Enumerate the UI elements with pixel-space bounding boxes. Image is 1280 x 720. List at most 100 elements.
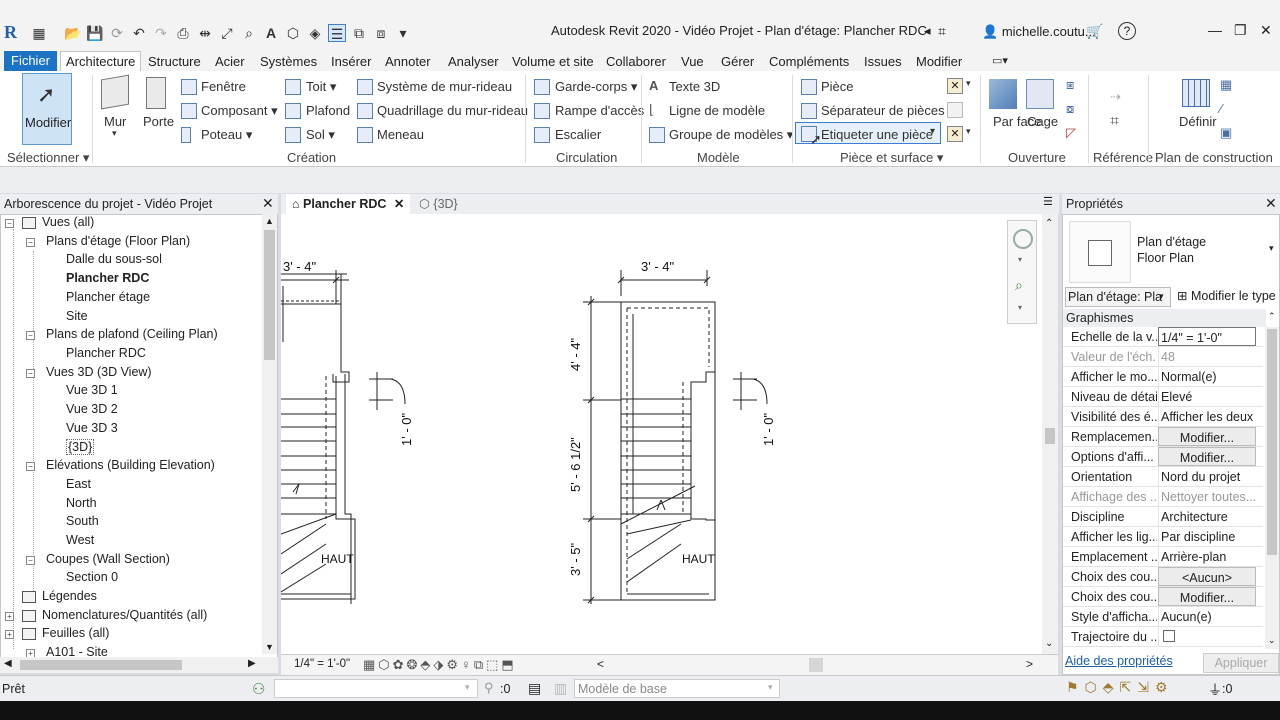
scroll-thumb[interactable] [20, 660, 182, 670]
tab-complements[interactable]: Compléments [769, 52, 849, 71]
vertical-opening-icon[interactable]: ⧇ [1066, 101, 1074, 117]
properties-scrollbar[interactable]: ⌄ [1265, 327, 1279, 649]
model-dropdown-icon[interactable]: ▾ [768, 682, 773, 693]
browser-item[interactable]: Vues (all) [42, 215, 94, 229]
comm-center-icon[interactable]: ◂ [924, 23, 931, 39]
property-value[interactable]: Arrière-plan [1158, 547, 1256, 566]
user-account[interactable]: 👤 michelle.coutu... [982, 24, 1096, 40]
editable-only-icon[interactable]: ⚲ [484, 680, 494, 696]
area-boundary-icon[interactable] [947, 102, 963, 118]
property-value[interactable]: Nettoyer toutes... [1158, 487, 1256, 506]
tree-toggle-icon[interactable]: + [5, 630, 14, 640]
scroll-left-icon[interactable]: < [597, 657, 604, 671]
ribbon-minimize-icon[interactable]: ▭▾ [992, 52, 1008, 71]
scroll-up-icon[interactable]: ▲ [265, 216, 274, 226]
browser-item[interactable]: Section 0 [66, 570, 118, 584]
level-icon[interactable]: ⇢ [1110, 89, 1121, 105]
door-icon[interactable] [146, 77, 166, 109]
property-value[interactable]: 48 [1158, 347, 1256, 366]
ceiling-button[interactable]: Plafond [306, 103, 350, 118]
3d-view-icon[interactable]: ⬡ [284, 24, 302, 42]
scroll-thumb[interactable] [1267, 329, 1277, 555]
browser-item[interactable]: Nomenclatures/Quantités (all) [42, 608, 207, 622]
area-dropdown-icon[interactable]: ▾ [966, 78, 971, 89]
mullion-button[interactable]: Meneau [377, 127, 424, 142]
undo-icon[interactable]: ↶ [130, 24, 148, 42]
close-hidden-icon[interactable]: ⧉ [350, 24, 368, 42]
view-vertical-scrollbar[interactable]: ⌃ ⌄ [1042, 214, 1058, 654]
wall-dropdown-icon[interactable]: ▾ [112, 128, 117, 139]
selector-dropdown-icon[interactable]: ▾ [1159, 291, 1164, 302]
collapse-icon[interactable]: ⌃ [1268, 311, 1276, 322]
browser-item[interactable]: West [66, 533, 94, 547]
zoom-dropdown-icon[interactable]: ▾ [1018, 303, 1022, 312]
property-value[interactable]: <Aucun> [1158, 567, 1256, 586]
model-text-button[interactable]: Texte 3D [669, 79, 720, 94]
select-group-label[interactable]: Sélectionner ▾ [7, 150, 89, 166]
window-button[interactable]: Fenêtre [201, 79, 246, 94]
tag-area-icon[interactable]: ✕ [947, 126, 963, 142]
drawing-canvas[interactable]: 3' - 4" 1' - 0" 3' - 4" 4' - 4" 5' - 6 1… [281, 214, 1045, 654]
workset-dropdown-icon[interactable]: ▾ [465, 682, 470, 693]
tree-toggle-icon[interactable]: − [5, 219, 14, 228]
close-button[interactable]: ✕ [1260, 22, 1272, 39]
section-icon[interactable]: ◈ [306, 24, 324, 42]
tab-acier[interactable]: Acier [215, 52, 245, 71]
browser-item[interactable]: Dalle du sous-sol [66, 252, 162, 266]
tab-fichier[interactable]: Fichier [4, 51, 58, 71]
scroll-down-icon[interactable]: ▼ [265, 642, 274, 652]
wall-opening-icon[interactable]: ⧆ [1066, 77, 1074, 93]
tag-room-dropdown-icon[interactable]: ▾ [930, 126, 935, 137]
tab-3d[interactable]: ⬡ {3D} [413, 194, 464, 214]
tab-architecture[interactable]: Architecture [60, 51, 142, 72]
scroll-right-icon[interactable]: > [1026, 657, 1033, 671]
viewer-icon[interactable]: ▣ [1220, 125, 1232, 141]
roof-button[interactable]: Toit ▾ [306, 79, 336, 95]
wall-icon[interactable] [101, 74, 129, 110]
filter-icon[interactable]: ⏚ [1208, 680, 1222, 700]
cart-icon[interactable]: 🛒 [1086, 23, 1103, 40]
wheel-dropdown-icon[interactable]: ▾ [1018, 255, 1022, 264]
application-menu-icon[interactable]: ▦ [30, 24, 48, 42]
browser-item[interactable]: Vue 3D 3 [66, 421, 118, 435]
sync-icon[interactable]: ⟳ [108, 24, 126, 42]
minimize-button[interactable]: — [1208, 22, 1222, 38]
wall-button[interactable]: Mur [104, 114, 126, 129]
thin-lines-icon[interactable]: ☰ [328, 24, 346, 42]
tab-issues[interactable]: Issues [864, 52, 902, 71]
column-button[interactable]: Poteau ▾ [201, 127, 252, 143]
edit-type-button[interactable]: ⊞ Modifier le type [1177, 288, 1276, 303]
property-value[interactable]: Elevé [1158, 387, 1256, 406]
property-value[interactable]: Aucun(e) [1158, 607, 1256, 626]
tab-annoter[interactable]: Annoter [385, 52, 431, 71]
instance-selector[interactable]: Plan d'étage: Pla [1065, 287, 1171, 307]
browser-item[interactable]: North [66, 496, 97, 510]
tree-toggle-icon[interactable]: − [26, 555, 35, 565]
tag-icon[interactable]: ⌕ [240, 24, 258, 42]
browser-item[interactable]: Plancher étage [66, 290, 150, 304]
apply-button[interactable]: Appliquer [1203, 653, 1279, 673]
dim-left-side[interactable]: 1' - 0" [399, 413, 414, 446]
show-work-plane-icon[interactable]: ▦ [1220, 77, 1232, 93]
ramp-button[interactable]: Rampe d'accès [555, 103, 644, 118]
tab-collaborer[interactable]: Collaborer [606, 52, 666, 71]
tree-toggle-icon[interactable]: − [26, 331, 35, 341]
restore-button[interactable]: ❐ [1234, 22, 1247, 39]
save-icon[interactable]: 💾 [86, 24, 104, 42]
view-scale[interactable]: 1/4" = 1'-0" [294, 658, 350, 670]
switch-windows-icon[interactable]: ⧈ [372, 24, 390, 42]
shaft-button[interactable]: Cage [1027, 114, 1058, 129]
main-model-dropdown[interactable]: Modèle de base [574, 679, 780, 698]
workset-dropdown[interactable] [274, 679, 478, 698]
tree-toggle-icon[interactable]: − [26, 237, 35, 247]
browser-item[interactable]: Plans d'étage (Floor Plan) [46, 234, 190, 248]
browser-item[interactable]: East [66, 477, 91, 491]
close-tab-icon[interactable]: ✕ [394, 197, 404, 211]
browser-item[interactable]: Coupes (Wall Section) [46, 552, 170, 566]
set-work-plane-button[interactable]: Définir [1179, 114, 1217, 129]
property-value[interactable]: Par discipline [1158, 527, 1256, 546]
property-value[interactable]: Modifier... [1158, 447, 1256, 466]
floor-button[interactable]: Sol ▾ [306, 127, 335, 143]
graphics-section-header[interactable]: Graphismes [1063, 309, 1266, 327]
tab-systemes[interactable]: Systèmes [260, 52, 317, 71]
